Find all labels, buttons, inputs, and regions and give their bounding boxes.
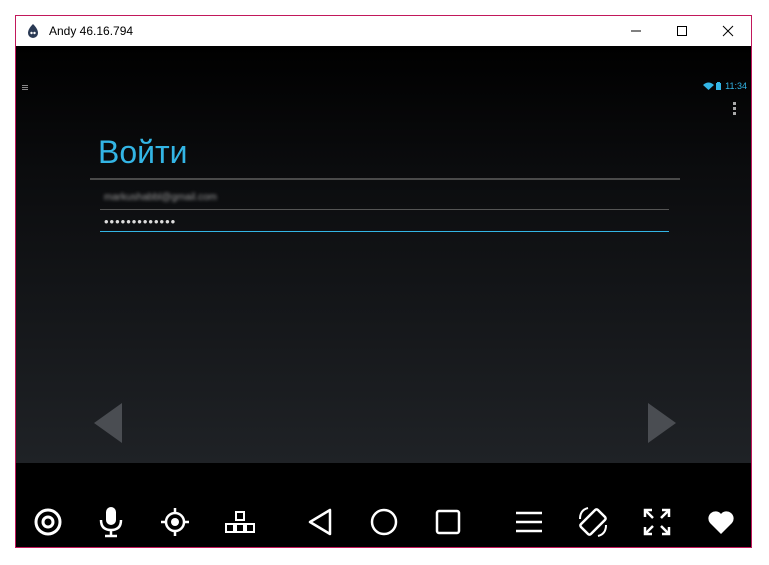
- gps-button[interactable]: [158, 505, 192, 539]
- recents-icon: [435, 509, 461, 535]
- rotate-button[interactable]: [576, 505, 610, 539]
- window-controls: [613, 16, 751, 46]
- maximize-button[interactable]: [659, 16, 705, 46]
- close-icon: [722, 25, 734, 37]
- status-bar: 11:34: [703, 81, 747, 91]
- battery-icon: [716, 82, 722, 90]
- debug-icon: [22, 83, 28, 92]
- emulator-window: Andy 46.16.794 11:34 Войти markushabbl@g…: [15, 15, 752, 548]
- andy-app-icon: [28, 24, 38, 38]
- minimize-button[interactable]: [613, 16, 659, 46]
- email-value: markushabbl@gmail.com: [104, 192, 217, 203]
- maximize-icon: [677, 26, 687, 36]
- previous-button[interactable]: [94, 403, 124, 448]
- wifi-icon: [703, 82, 715, 90]
- rotate-icon: [579, 507, 607, 537]
- keymap-button[interactable]: [223, 505, 257, 539]
- menu-button[interactable]: [512, 505, 546, 539]
- back-button[interactable]: [303, 505, 337, 539]
- microphone-icon: [99, 507, 123, 538]
- minimize-icon: [631, 30, 641, 32]
- favorite-button[interactable]: [704, 505, 738, 539]
- chevron-right-icon: [648, 403, 676, 443]
- gps-icon: [161, 508, 189, 536]
- clock: 11:34: [725, 81, 747, 91]
- next-button[interactable]: [646, 403, 676, 448]
- recents-button[interactable]: [431, 505, 465, 539]
- home-icon: [370, 508, 398, 536]
- page-title: Войти: [98, 134, 188, 170]
- emulator-toolbar: [16, 463, 751, 547]
- back-icon: [308, 508, 332, 536]
- microphone-button[interactable]: [94, 505, 128, 539]
- android-screen: 11:34 Войти markushabbl@gmail.com ••••••…: [16, 46, 751, 463]
- home-button[interactable]: [367, 505, 401, 539]
- title-divider: [90, 178, 680, 180]
- password-field[interactable]: •••••••••••••: [100, 214, 669, 232]
- fullscreen-icon: [643, 508, 671, 536]
- overflow-menu-icon[interactable]: [733, 102, 736, 117]
- title-bar[interactable]: Andy 46.16.794: [16, 16, 751, 46]
- chevron-left-icon: [94, 403, 122, 443]
- camera-icon: [34, 508, 62, 536]
- camera-button[interactable]: [31, 505, 65, 539]
- close-button[interactable]: [705, 16, 751, 46]
- window-title: Andy 46.16.794: [49, 24, 134, 38]
- favorite-icon: [708, 511, 734, 534]
- fullscreen-button[interactable]: [640, 505, 674, 539]
- keymap-icon: [225, 511, 255, 533]
- password-value: •••••••••••••: [104, 214, 177, 229]
- menu-icon: [516, 511, 542, 533]
- email-field[interactable]: markushabbl@gmail.com: [100, 192, 669, 210]
